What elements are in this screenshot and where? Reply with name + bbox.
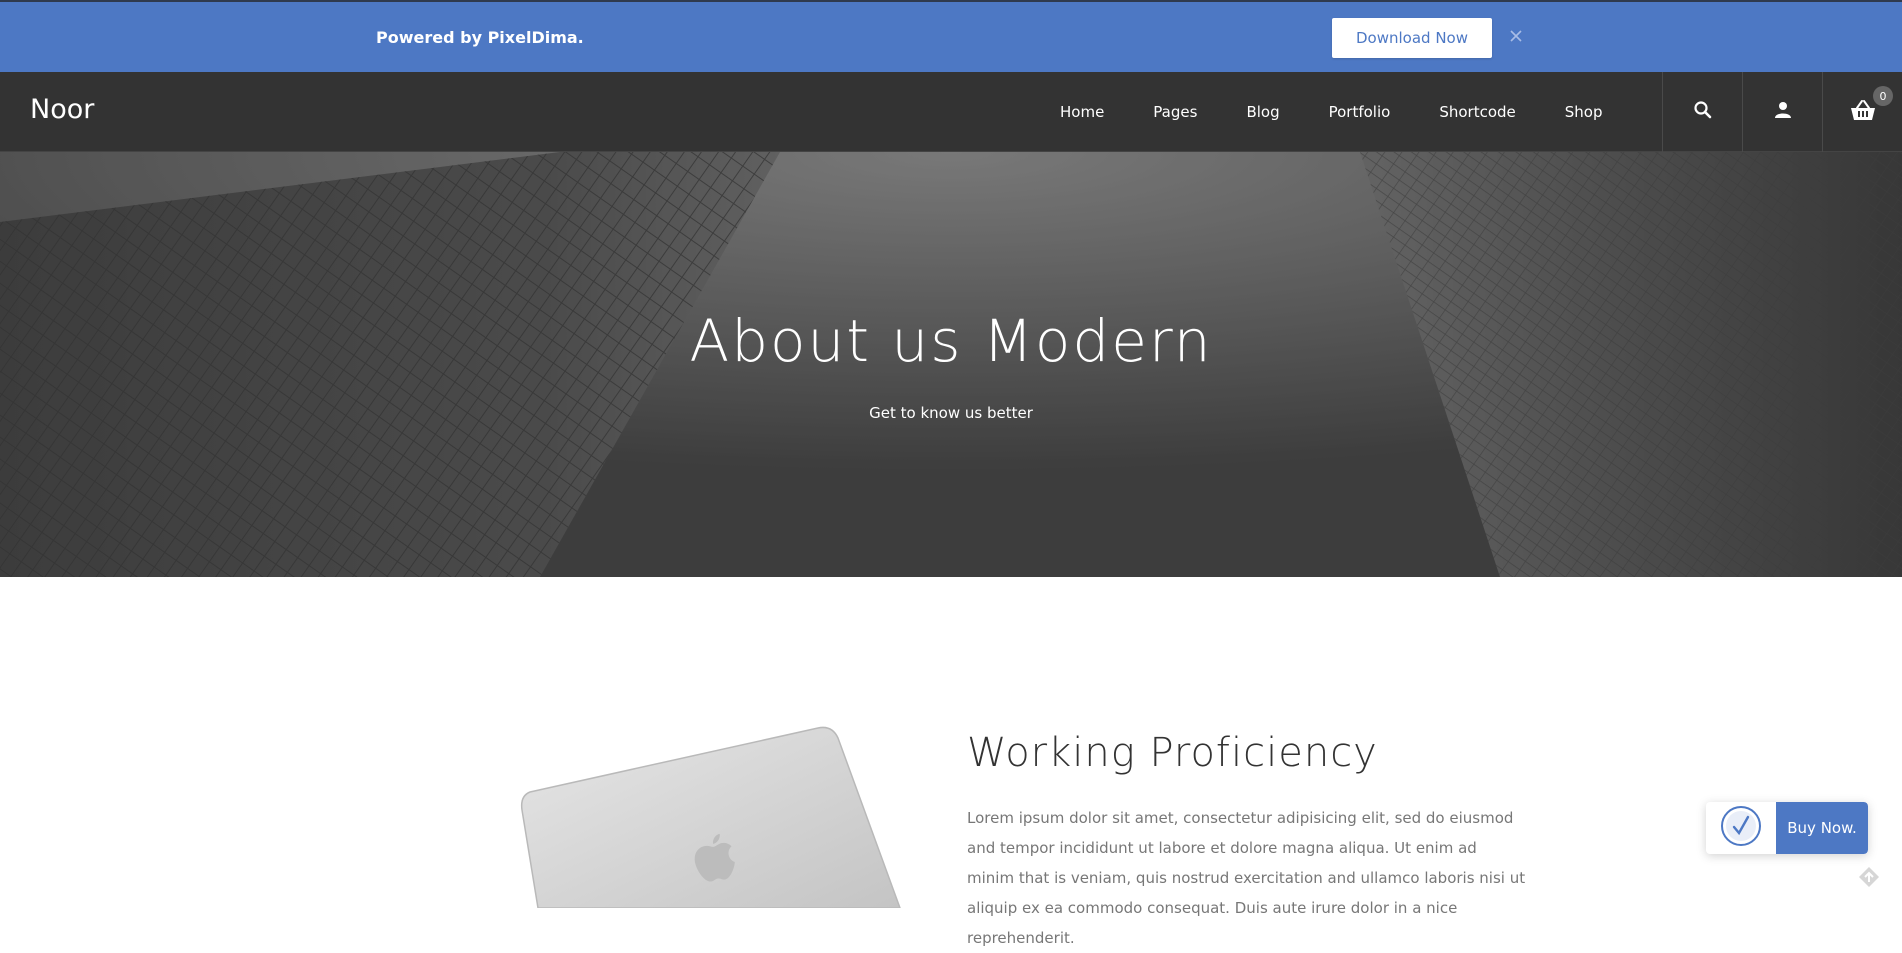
nav-item-portfolio[interactable]: Portfolio bbox=[1329, 103, 1391, 121]
buy-now-button[interactable]: Buy Now. bbox=[1776, 802, 1868, 854]
promo-text: Powered by PixelDima. bbox=[376, 28, 584, 47]
section-title: Working Proficiency bbox=[967, 730, 1378, 776]
nav-item-shop[interactable]: Shop bbox=[1565, 103, 1603, 121]
nav-item-shortcode[interactable]: Shortcode bbox=[1439, 103, 1515, 121]
basket-icon bbox=[1850, 99, 1876, 125]
user-icon bbox=[1774, 101, 1792, 123]
checkmark-icon bbox=[1720, 805, 1762, 851]
widget-logo bbox=[1706, 802, 1776, 854]
promo-bar: Powered by PixelDima. Download Now bbox=[0, 0, 1902, 72]
laptop-image bbox=[520, 726, 901, 908]
buy-now-widget: Buy Now. bbox=[1706, 802, 1868, 854]
search-icon bbox=[1693, 100, 1713, 124]
hero-subtitle: Get to know us better bbox=[869, 404, 1033, 422]
hero-title: About us Modern bbox=[689, 307, 1213, 375]
search-button[interactable] bbox=[1662, 72, 1742, 152]
download-now-button[interactable]: Download Now bbox=[1332, 18, 1492, 58]
site-logo[interactable]: Noor bbox=[30, 94, 94, 125]
cart-count-badge: 0 bbox=[1873, 86, 1893, 106]
site-header: Noor Home Pages Blog Portfolio Shortcode… bbox=[0, 72, 1902, 152]
scroll-top-icon[interactable] bbox=[1858, 866, 1880, 888]
nav-item-home[interactable]: Home bbox=[1060, 103, 1104, 121]
account-button[interactable] bbox=[1742, 72, 1822, 152]
cart-button[interactable]: 0 bbox=[1822, 72, 1902, 152]
section-body: Lorem ipsum dolor sit amet, consectetur … bbox=[967, 809, 1526, 947]
nav-item-blog[interactable]: Blog bbox=[1246, 103, 1279, 121]
hero-banner: About us Modern Get to know us better bbox=[0, 152, 1902, 577]
nav-item-pages[interactable]: Pages bbox=[1153, 103, 1197, 121]
close-icon[interactable] bbox=[1508, 28, 1524, 44]
main-nav: Home Pages Blog Portfolio Shortcode Shop bbox=[1060, 72, 1603, 152]
